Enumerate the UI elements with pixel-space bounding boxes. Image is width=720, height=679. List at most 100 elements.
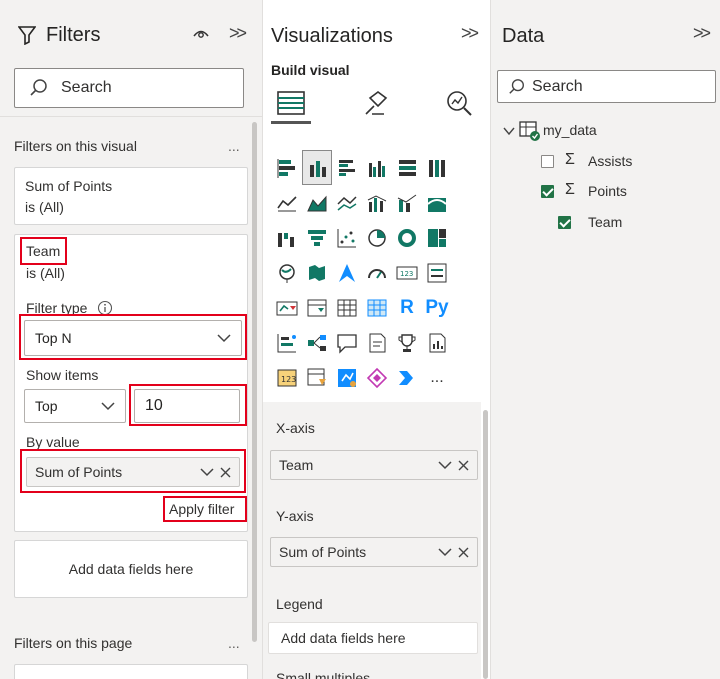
matrix-icon[interactable] [362,290,392,325]
field-team-label[interactable]: Team [588,214,622,230]
xaxis-field[interactable]: Team [270,450,478,480]
analytics-icon[interactable] [444,88,474,123]
page-filter-card[interactable] [14,664,248,679]
multi-row-card-icon[interactable] [422,255,452,290]
decomposition-tree-icon[interactable] [302,325,332,360]
table-icon [518,119,542,148]
xaxis-label: X-axis [276,420,315,436]
collapse-viz-icon[interactable]: >> [461,23,479,44]
visualizations-title: Visualizations [271,25,393,47]
yaxis-field-actions [438,547,469,558]
chevron-down-icon[interactable] [438,460,452,470]
filters-divider [0,116,262,117]
funnel-chart-icon[interactable] [302,220,332,255]
filter-card-sum-of-points[interactable]: Sum of Points is (All) [14,167,248,225]
scatter-chart-icon[interactable] [332,220,362,255]
line-stacked-column-icon[interactable] [392,185,422,220]
field-assists-checkbox[interactable] [541,155,554,168]
data-search-input[interactable]: Search [497,70,716,103]
svg-text:123: 123 [281,375,296,384]
donut-chart-icon[interactable] [392,220,422,255]
chevron-visual-icon[interactable] [392,360,422,395]
legend-drop-zone[interactable]: Add data fields here [268,622,478,654]
collapse-data-icon[interactable]: >> [693,23,711,44]
filters-search-input[interactable]: Search [14,68,244,108]
filter-card-team-state: is (All) [26,265,65,281]
slicer-icon[interactable] [302,290,332,325]
clustered-column-chart-icon[interactable] [362,150,392,185]
100-column-chart-icon[interactable] [422,150,452,185]
smart-narrative-icon[interactable] [362,325,392,360]
goals-trophy-icon[interactable] [392,325,422,360]
add-data-fields-drop[interactable]: Add data fields here [14,540,248,598]
r-visual-icon[interactable]: R [392,290,422,325]
eye-icon[interactable] [192,26,210,47]
treemap-icon[interactable] [422,220,452,255]
build-visual-tab-icon[interactable] [271,84,311,124]
xaxis-field-name: Team [279,457,314,473]
field-points-checkbox[interactable] [541,185,554,198]
python-visual-icon[interactable]: Py [422,290,452,325]
paginated-report-icon[interactable] [422,325,452,360]
filled-map-icon[interactable] [302,255,332,290]
stacked-bar-chart-icon[interactable] [272,150,302,185]
pie-chart-icon[interactable] [362,220,392,255]
key-influencers-icon[interactable] [272,325,302,360]
remove-field-icon[interactable] [458,460,469,471]
table-name[interactable]: my_data [543,122,597,138]
highlight-apply [163,496,247,522]
azure-map-icon[interactable] [332,255,362,290]
stacked-area-chart-icon[interactable] [332,185,362,220]
build-visual-label: Build visual [271,62,350,78]
show-items-direction-value: Top [35,398,58,414]
stacked-column-chart-icon[interactable] [302,150,332,185]
diamond-visual-icon[interactable] [362,360,392,395]
filter-card-field: Sum of Points [25,178,113,194]
waterfall-chart-icon[interactable] [272,220,302,255]
line-chart-icon[interactable] [272,185,302,220]
by-value-label: By value [26,434,80,450]
format-visual-icon[interactable] [360,88,390,123]
map-icon[interactable] [272,255,302,290]
empty-slot [452,325,482,360]
empty-slot [452,150,482,185]
empty-slot [452,220,482,255]
chevron-down-icon[interactable] [438,547,452,557]
collapse-filters-icon[interactable]: >> [229,23,247,44]
chevron-down-icon [101,402,115,411]
field-points-label[interactable]: Points [588,183,627,199]
filters-visual-more-button[interactable]: ... [228,138,240,154]
filter-funnel-icon [17,25,37,50]
kpi-icon[interactable] [272,290,302,325]
field-team-checkbox[interactable] [558,216,572,229]
line-clustered-column-icon[interactable] [362,185,392,220]
qa-icon[interactable] [332,325,362,360]
100-bar-chart-icon[interactable] [392,150,422,185]
filters-title: Filters [46,24,101,46]
power-automate-icon[interactable] [302,360,332,395]
card-icon[interactable]: 123 [392,255,422,290]
table-icon[interactable] [332,290,362,325]
filters-page-more-button[interactable]: ... [228,635,240,651]
filters-on-page-heading: Filters on this page [14,635,133,651]
clustered-bar-chart-icon[interactable] [332,150,362,185]
power-bi-sparkle-icon[interactable] [332,360,362,395]
empty-slot [452,290,482,325]
filters-scrollbar[interactable] [252,122,257,642]
filter-card-state: is (All) [25,199,64,215]
remove-field-icon[interactable] [458,547,469,558]
viz-wells-scrollbar[interactable] [483,410,488,679]
more-visuals-icon[interactable]: ... [422,360,452,395]
power-apps-icon[interactable]: 123 [272,360,302,395]
yaxis-field[interactable]: Sum of Points [270,537,478,567]
show-items-direction-select[interactable]: Top [24,389,126,423]
ribbon-chart-icon[interactable] [422,185,452,220]
search-icon [30,79,47,96]
highlight-filter-type [19,314,247,360]
visual-type-grid: 123 R Py 123 ... [272,150,482,395]
gauge-icon[interactable] [362,255,392,290]
field-assists-label[interactable]: Assists [588,153,632,169]
area-chart-icon[interactable] [302,185,332,220]
data-title: Data [502,25,545,47]
expand-chevron-icon[interactable] [503,123,515,141]
